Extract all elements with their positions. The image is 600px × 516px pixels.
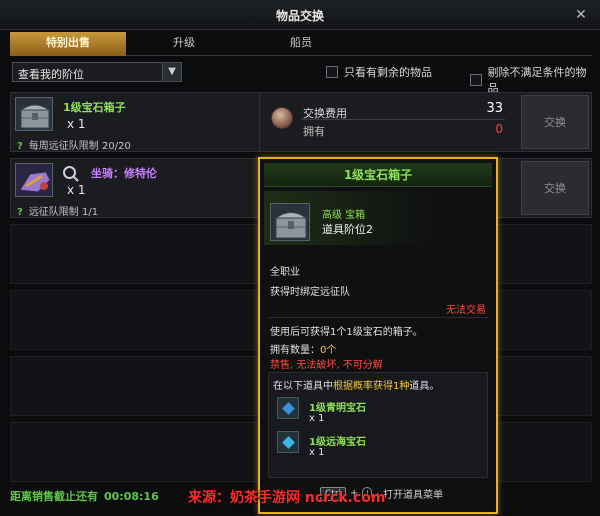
gem-name: 1级青明宝石: [309, 403, 366, 414]
countdown-timer: 00:08:16: [104, 490, 159, 503]
owned-count-value: 0个: [320, 345, 337, 356]
help-icon[interactable]: ?: [17, 207, 23, 218]
cost-value: 33: [486, 101, 503, 116]
list-item: 1级宝石箱子 x 1 ? 每周远征队限制 20/20 交换费用 33 拥有 0 交…: [10, 92, 592, 152]
divider: [301, 119, 505, 120]
item-limit: ? 每周远征队限制 20/20: [17, 137, 131, 152]
limit-text: 每周远征队限制 20/20: [28, 141, 131, 152]
checkbox-box[interactable]: [470, 74, 482, 86]
help-icon[interactable]: ?: [17, 141, 23, 152]
owned-count-label: 拥有数量：: [270, 345, 320, 356]
header-part: 在以下道具中: [273, 381, 333, 392]
reward-list: 在以下道具中根据概率获得1种道具。 1级青明宝石 x 1 1级远海宝石 x 1: [268, 372, 488, 478]
gem-quantity: x 1: [309, 447, 325, 458]
exchange-button[interactable]: 交换: [521, 95, 589, 149]
item-name: 坐骑：修特伦: [91, 167, 157, 180]
chest-icon: [270, 203, 310, 241]
owned-count: 拥有数量：0个: [270, 341, 336, 356]
bind-info: 获得时绑定远征队: [270, 287, 350, 298]
header-part: 道具。: [409, 381, 440, 392]
owned-value: 0: [495, 122, 503, 136]
tier-select[interactable]: 查看我的阶位 ▼: [12, 62, 182, 82]
tab-crew[interactable]: 船员: [242, 32, 360, 56]
exchange-button[interactable]: 交换: [521, 161, 589, 215]
window-title: 物品交换: [275, 9, 324, 23]
watermark: 来源：奶茶手游网 ncrck.com: [188, 490, 386, 506]
chest-icon[interactable]: [15, 97, 53, 131]
tooltip-header: 高级 宝箱 道具阶位2: [264, 191, 492, 245]
remaining-only-checkbox[interactable]: 只看有剩余的物品: [326, 64, 432, 80]
mount-icon[interactable]: [15, 163, 53, 197]
class-restriction: 全职业: [270, 267, 300, 278]
sale-countdown: 距离销售截止还有 00:08:16: [10, 488, 159, 504]
search-icon[interactable]: [63, 166, 76, 179]
coin-icon: [271, 107, 293, 129]
item-quantity: x 1: [67, 183, 86, 197]
close-icon[interactable]: ✕: [572, 6, 590, 24]
reward-list-header: 在以下道具中根据概率获得1种道具。: [273, 377, 439, 392]
divider: [268, 317, 488, 318]
item-grade: 高级 宝箱: [322, 210, 366, 221]
item-name: 1级宝石箱子: [63, 101, 126, 114]
tooltip-title: 1级宝石箱子: [264, 163, 492, 187]
countdown-label: 距离销售截止还有: [10, 490, 98, 503]
tab-bar: 特别出售 升级 船员: [10, 32, 592, 56]
filter-bar: 查看我的阶位 ▼ 只看有剩余的物品 剔除不满足条件的物品: [10, 60, 592, 95]
chevron-down-icon[interactable]: ▼: [162, 63, 181, 81]
window-titlebar: 物品交换 ✕: [0, 0, 600, 30]
tab-upgrade[interactable]: 升级: [126, 32, 242, 56]
checkbox-label: 只看有剩余的物品: [344, 66, 432, 79]
gem-icon[interactable]: [277, 431, 299, 453]
gem-name: 1级远海宝石: [309, 437, 366, 448]
cost-box: 交换费用 33 拥有 0: [263, 95, 509, 149]
item-limit: ? 远征队限制 1/1: [17, 203, 98, 218]
item-quantity: x 1: [67, 117, 86, 131]
gem-quantity: x 1: [309, 413, 325, 424]
restriction-text: 禁售, 无法破坏, 不可分解: [270, 360, 383, 371]
tier-select-value: 查看我的阶位: [18, 68, 84, 81]
item-description: 使用后可获得1个1级宝石的箱子。: [270, 327, 423, 338]
header-highlight: 根据概率获得1种: [333, 381, 410, 392]
hint-text: : 打开道具菜单: [376, 490, 443, 501]
divider: [259, 93, 260, 151]
owned-label: 拥有: [303, 125, 325, 138]
tab-special-sale[interactable]: 特别出售: [10, 32, 126, 56]
item-tooltip: 1级宝石箱子 高级 宝箱 道具阶位2 全职业 获得时绑定远征队 无法交易 使用后…: [258, 157, 498, 514]
limit-text: 远征队限制 1/1: [28, 207, 99, 218]
item-tier: 道具阶位2: [322, 223, 373, 236]
trade-info: 无法交易: [446, 305, 486, 316]
checkbox-box[interactable]: [326, 66, 338, 78]
gem-icon[interactable]: [277, 397, 299, 419]
